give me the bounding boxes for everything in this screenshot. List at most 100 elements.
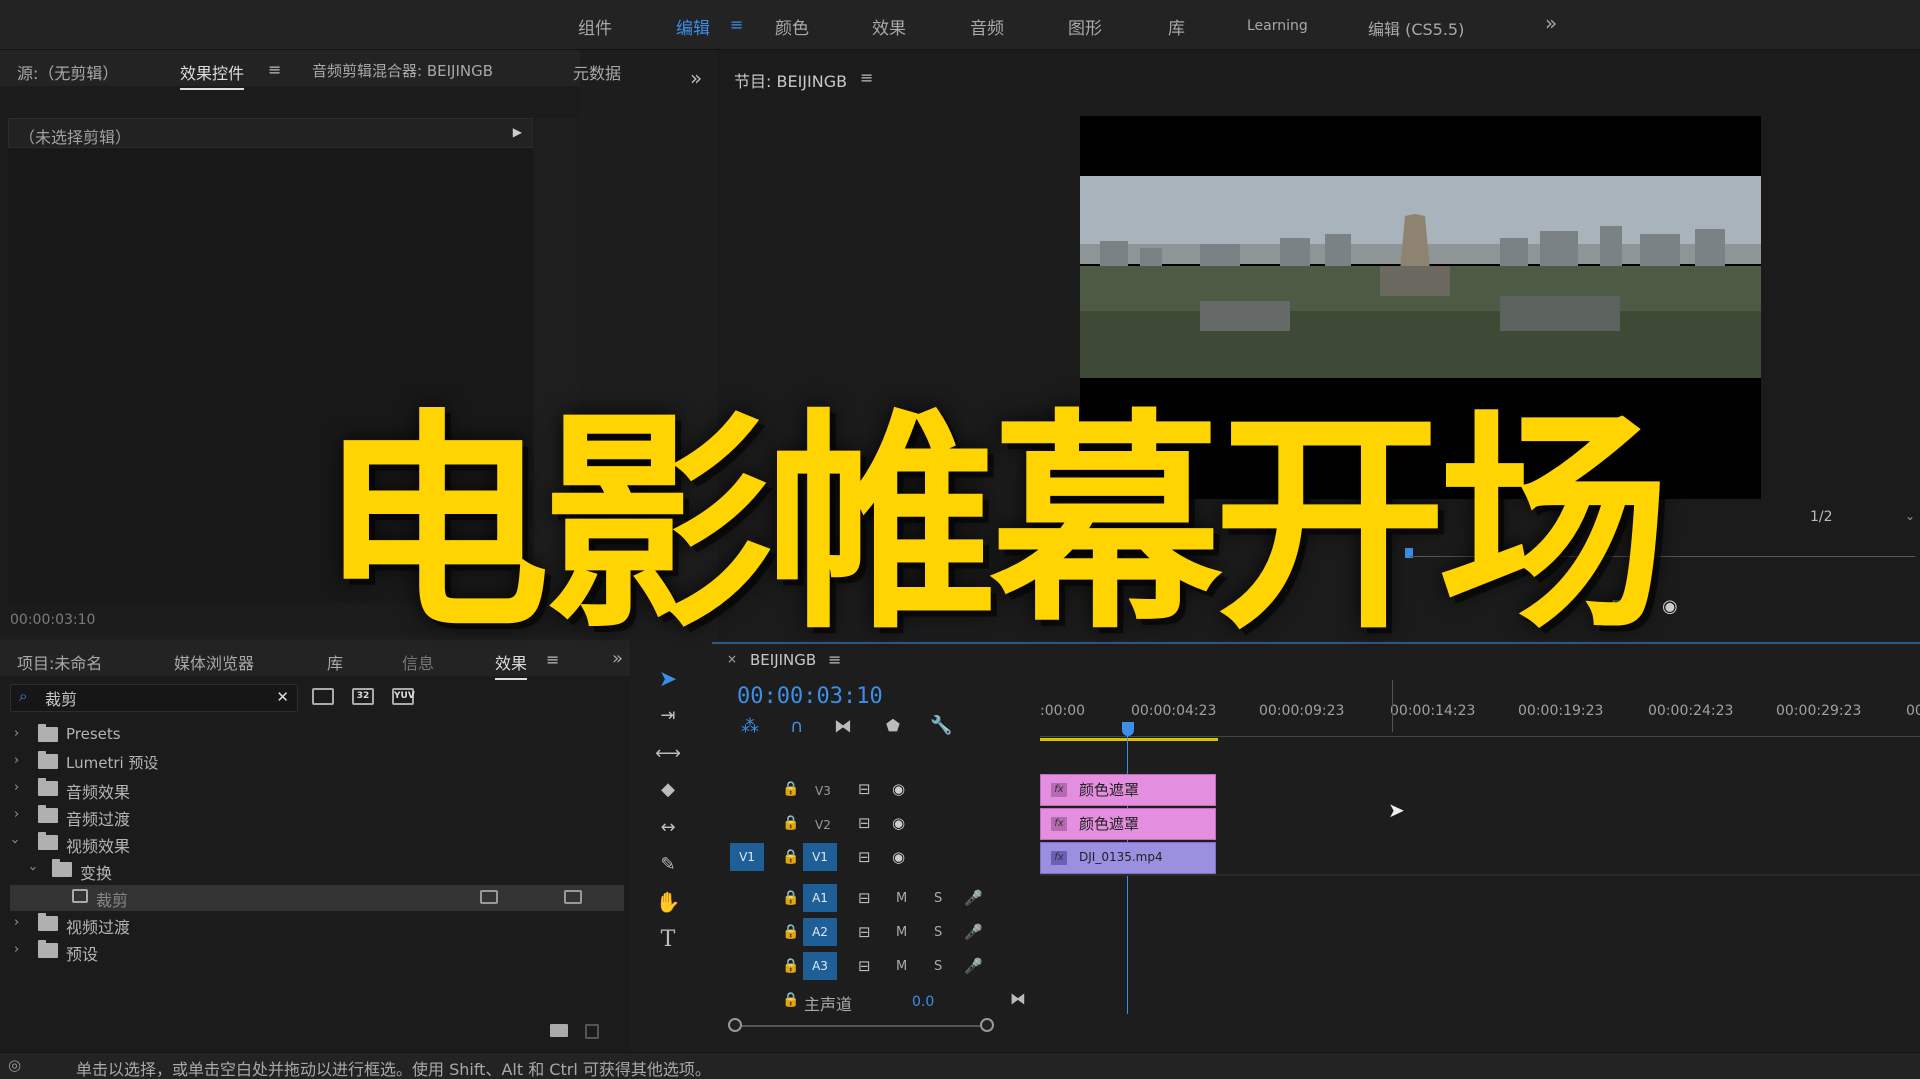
master-volume-value[interactable]: 0.0 (912, 994, 934, 1010)
microphone-icon[interactable]: 🎤 (964, 957, 983, 975)
sync-lock-icon[interactable]: ⊟ (858, 848, 871, 866)
mute-button[interactable]: M (896, 891, 907, 906)
effects-search-input[interactable] (45, 687, 265, 709)
type-tool-icon[interactable]: T (652, 925, 684, 955)
workspace-tab-graphics[interactable]: 图形 (1068, 14, 1102, 39)
eye-icon[interactable]: ◉ (892, 814, 905, 832)
accelerated-effects-icon[interactable] (312, 688, 334, 705)
clear-search-icon[interactable]: ✕ (276, 688, 289, 706)
chevron-right-icon[interactable]: › (14, 780, 19, 795)
source-patch-v1[interactable]: V1 (730, 843, 764, 871)
chevron-right-icon[interactable]: › (14, 807, 19, 822)
tree-item-audio-transitions[interactable]: › 音频过渡 (10, 804, 624, 830)
lock-icon[interactable]: 🔒 (782, 815, 799, 831)
linked-selection-icon[interactable]: ⧓ (834, 716, 852, 737)
track-select-tool-icon[interactable]: ⇥ (652, 701, 684, 731)
solo-button[interactable]: S (934, 959, 942, 974)
workspace-menu-icon[interactable]: ≡ (730, 15, 743, 34)
chevron-right-icon[interactable]: › (14, 915, 19, 930)
work-area-bar[interactable] (1040, 738, 1218, 741)
sync-lock-icon[interactable]: ⊟ (858, 923, 871, 941)
workspace-tab-editing-cs55[interactable]: 编辑 (CS5.5) (1368, 16, 1464, 40)
tab-metadata[interactable]: 元数据 (573, 60, 621, 84)
panel-menu-icon[interactable]: ≡ (268, 60, 281, 79)
chevron-right-icon[interactable]: › (14, 942, 19, 957)
track-target-a3[interactable]: A3 (803, 952, 837, 980)
tree-item-audio-effects[interactable]: › 音频效果 (10, 777, 624, 803)
add-marker-icon[interactable]: ⬟ (886, 716, 900, 735)
lock-icon[interactable]: 🔒 (782, 992, 799, 1008)
snap-magnet-icon[interactable]: ∩ (790, 716, 803, 737)
workspace-overflow-icon[interactable]: » (1545, 11, 1557, 35)
solo-button[interactable]: S (934, 925, 942, 940)
sync-lock-icon[interactable]: ⊟ (858, 889, 871, 907)
ripple-edit-tool-icon[interactable]: ⟷ (652, 739, 684, 769)
trash-icon[interactable] (585, 1024, 599, 1039)
resolution-chevron-icon[interactable]: ⌄ (1905, 509, 1915, 523)
workspace-tab-editing[interactable]: 编辑 (676, 14, 710, 39)
new-folder-icon[interactable] (550, 1024, 568, 1037)
lock-icon[interactable]: 🔒 (782, 890, 799, 906)
expand-triangle-icon[interactable]: ▶ (513, 125, 522, 139)
tab-source[interactable]: 源:（无剪辑） (17, 60, 118, 84)
yuv-effects-icon[interactable]: YUV (392, 688, 415, 705)
tree-item-presets-cn[interactable]: › 预设 (10, 939, 624, 965)
effects-search-box[interactable]: ⌕ ✕ (10, 684, 298, 712)
workspace-tab-color[interactable]: 颜色 (775, 14, 809, 39)
tree-item-lumetri-presets[interactable]: › Lumetri 预设 (10, 750, 624, 776)
sync-lock-icon[interactable]: ⊟ (858, 780, 871, 798)
lock-icon[interactable]: 🔒 (782, 849, 799, 865)
eye-icon[interactable]: ◉ (892, 780, 905, 798)
solo-button[interactable]: S (934, 891, 942, 906)
workspace-tab-learning[interactable]: Learning (1247, 18, 1308, 34)
tree-item-crop[interactable]: 裁剪 (10, 885, 624, 911)
timeline-timecode[interactable]: 00:00:03:10 (737, 684, 883, 709)
chevron-down-icon[interactable]: › (25, 866, 40, 871)
tree-item-video-effects[interactable]: › 视频效果 (7, 831, 624, 857)
workspace-tab-assembly[interactable]: 组件 (578, 14, 612, 39)
workspace-tab-libraries[interactable]: 库 (1168, 14, 1185, 39)
nest-toggle-icon[interactable]: ⁂ (741, 716, 759, 737)
pen-tool-icon[interactable]: ✎ (652, 850, 684, 880)
playhead-handle[interactable] (1122, 722, 1134, 736)
tree-item-transform[interactable]: › 变换 (10, 858, 624, 884)
tab-media-browser[interactable]: 媒体浏览器 (174, 650, 254, 674)
hand-tool-icon[interactable]: ✋ (652, 887, 684, 917)
workspace-tab-audio[interactable]: 音频 (970, 14, 1004, 39)
mute-button[interactable]: M (896, 925, 907, 940)
camera-export-frame-icon[interactable]: ◉ (1662, 596, 1678, 617)
track-target-a1[interactable]: A1 (803, 884, 837, 912)
zoom-handle-left[interactable] (728, 1018, 742, 1032)
clip-color-matte-v2[interactable]: fx 颜色遮罩 (1040, 808, 1216, 840)
tab-effect-controls[interactable]: 效果控件 (180, 60, 245, 90)
chevron-right-icon[interactable]: › (14, 726, 19, 741)
razor-tool-icon[interactable]: ◆ (652, 775, 684, 805)
selection-tool-icon[interactable]: ➤ (652, 665, 684, 695)
track-target-a2[interactable]: A2 (803, 918, 837, 946)
resolution-select[interactable]: 1/2 (1810, 509, 1833, 525)
lock-icon[interactable]: 🔒 (782, 924, 799, 940)
workspace-tab-effects[interactable]: 效果 (872, 14, 906, 39)
zoom-handle-right[interactable] (980, 1018, 994, 1032)
program-menu-icon[interactable]: ≡ (860, 68, 873, 87)
microphone-icon[interactable]: 🎤 (964, 889, 983, 907)
wrench-settings-icon[interactable]: 🔧 (930, 715, 952, 736)
eye-icon[interactable]: ◉ (892, 848, 905, 866)
clip-video-v1[interactable]: fx DJI_0135.mp4 (1040, 842, 1216, 874)
tree-item-video-transitions[interactable]: › 视频过渡 (10, 912, 624, 938)
lock-icon[interactable]: 🔒 (782, 781, 799, 797)
32bit-effects-icon[interactable]: 32 (352, 688, 374, 705)
tab-project[interactable]: 项目:未命名 (17, 650, 102, 674)
track-target-v1[interactable]: V1 (803, 843, 837, 871)
slip-tool-icon[interactable]: ↔ (652, 813, 684, 843)
sync-lock-icon[interactable]: ⊟ (858, 957, 871, 975)
mute-button[interactable]: M (896, 959, 907, 974)
clip-color-matte-v3[interactable]: fx 颜色遮罩 (1040, 774, 1216, 806)
sync-lock-icon[interactable]: ⊟ (858, 814, 871, 832)
chevron-right-icon[interactable]: › (14, 753, 19, 768)
collapse-tracks-icon[interactable]: ⧓ (1010, 989, 1026, 1008)
lock-icon[interactable]: 🔒 (782, 958, 799, 974)
tab-audio-clip-mixer[interactable]: 音频剪辑混合器: BEIJINGB (312, 60, 493, 81)
tree-item-presets[interactable]: › Presets (10, 723, 624, 749)
timeline-zoom-scrollbar[interactable] (732, 1025, 988, 1027)
